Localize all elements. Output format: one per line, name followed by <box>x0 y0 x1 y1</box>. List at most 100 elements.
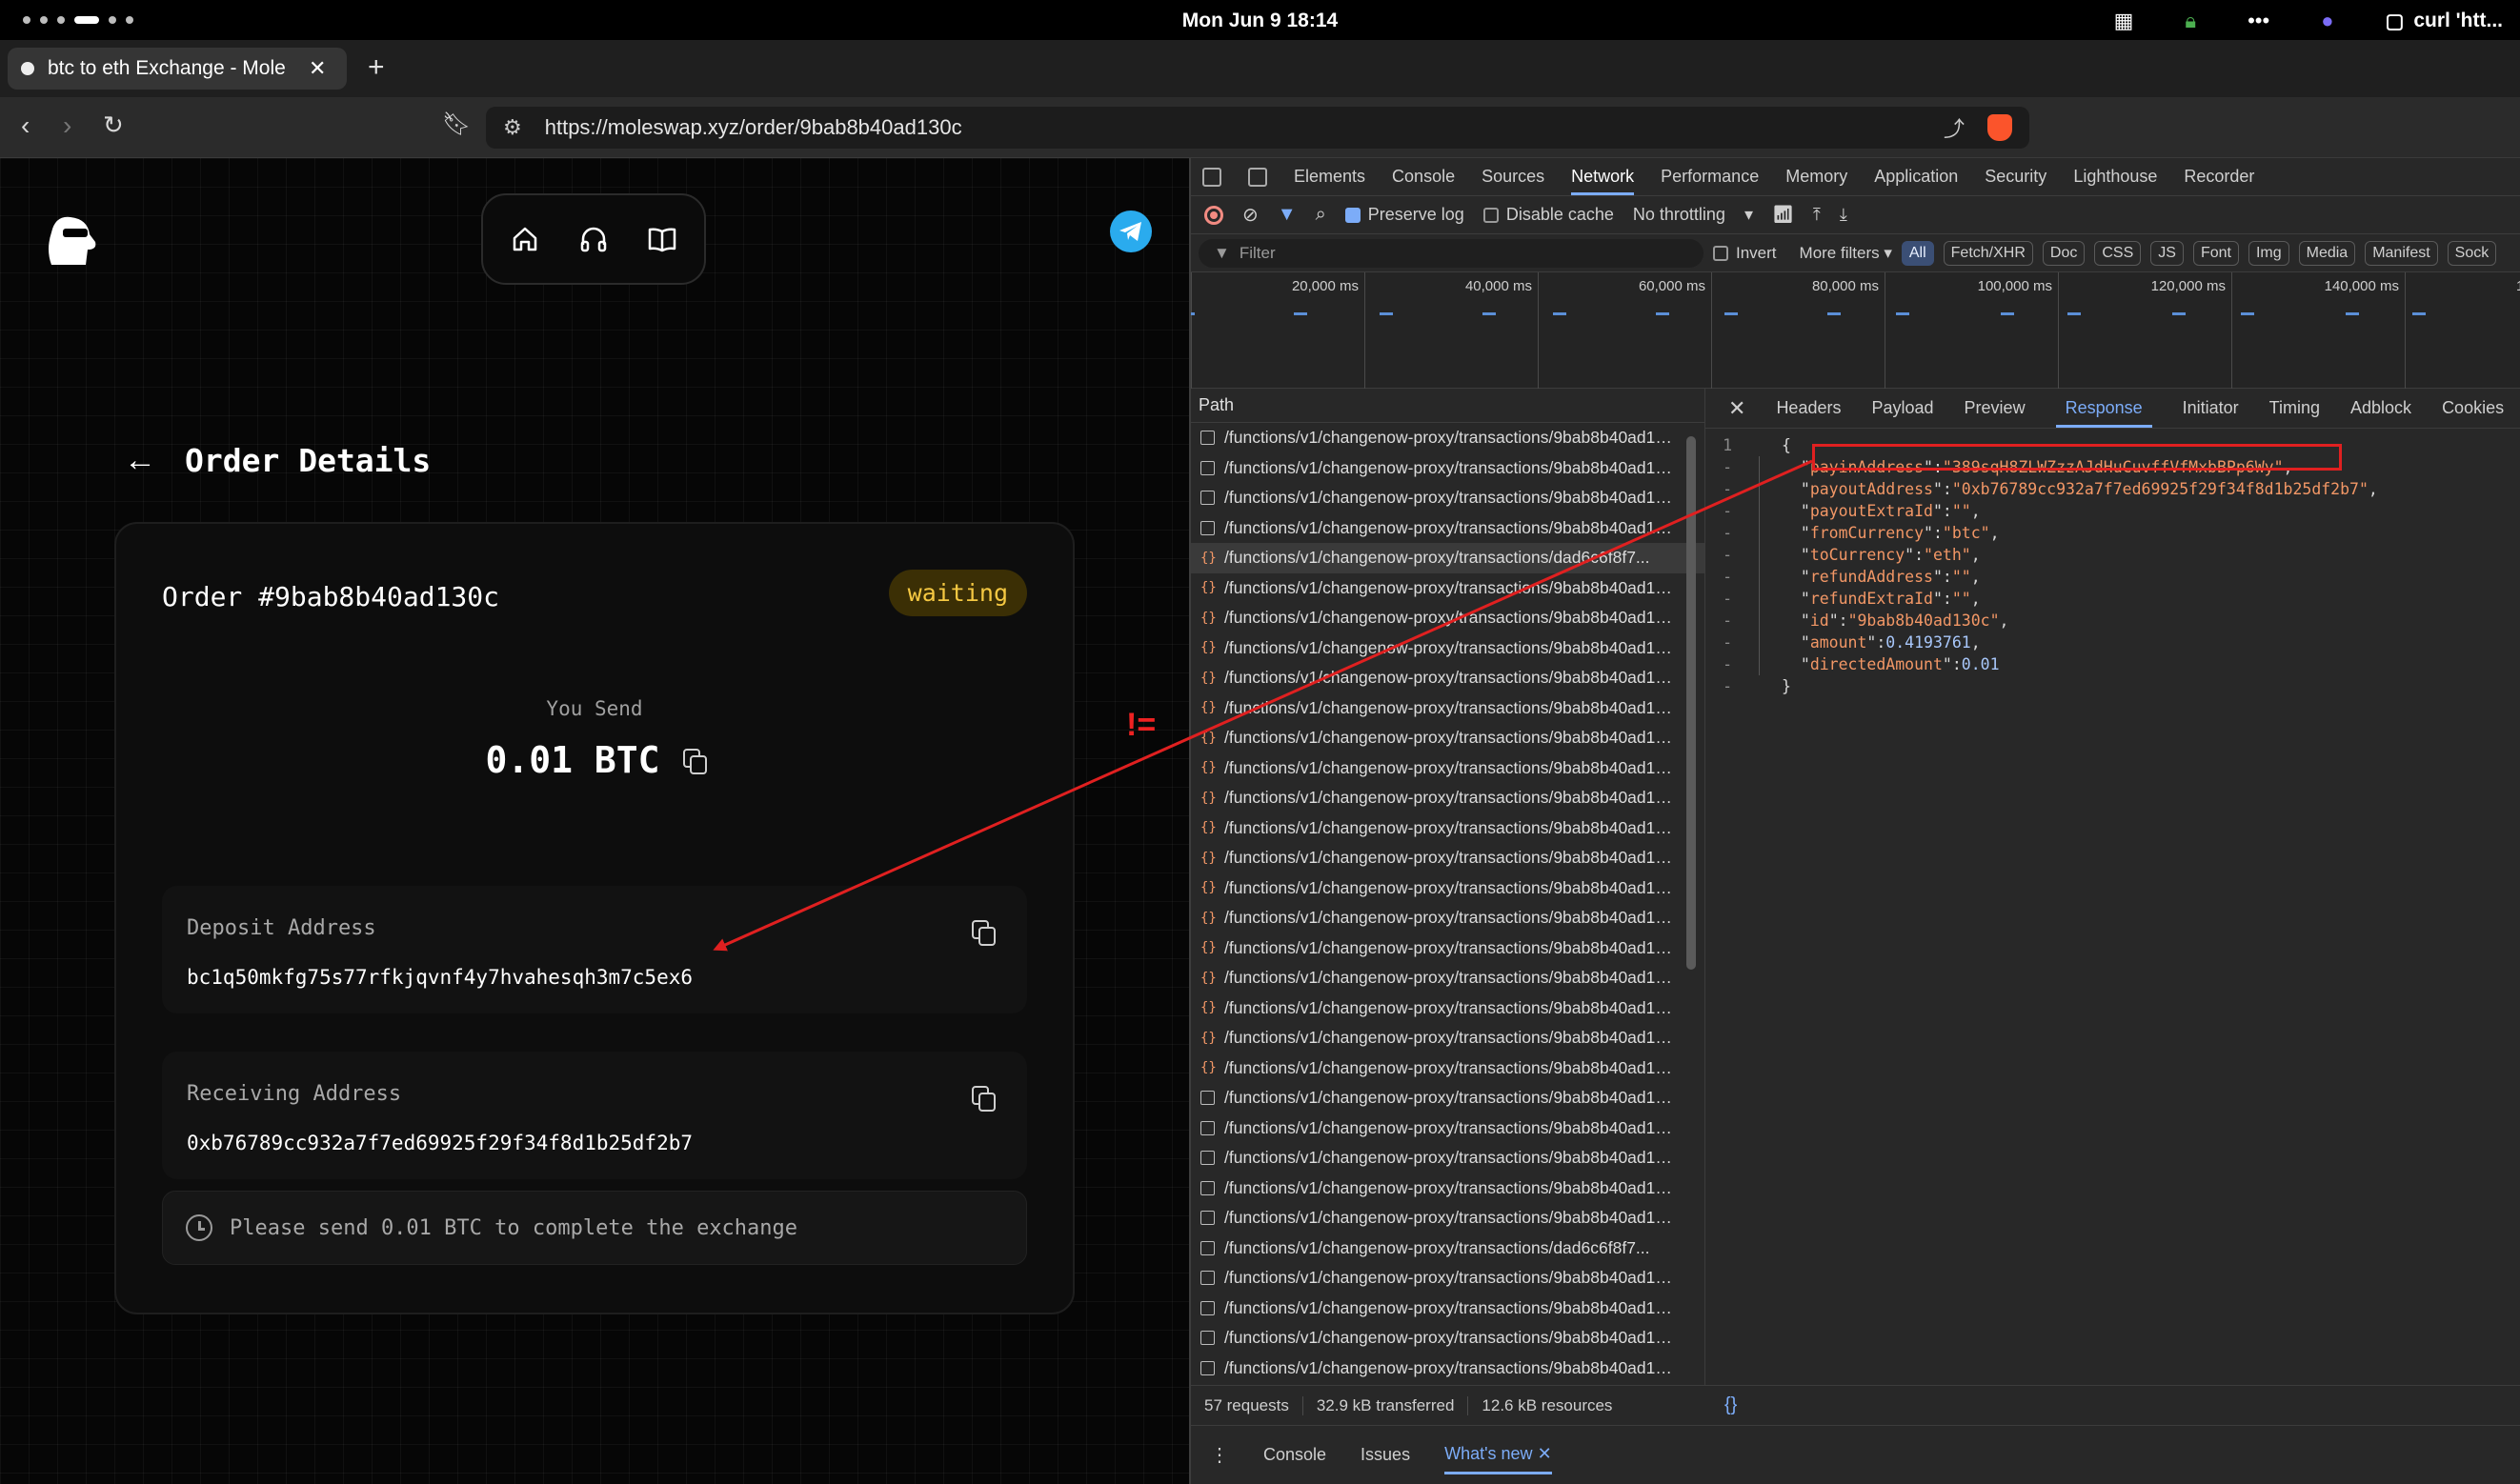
chip-js[interactable]: JS <box>2150 240 2184 266</box>
request-row[interactable]: /functions/v1/changenow-proxy/transactio… <box>1191 1173 1704 1204</box>
telegram-icon[interactable] <box>1110 211 1152 252</box>
request-row[interactable]: /functions/v1/changenow-proxy/transactio… <box>1191 423 1704 453</box>
close-detail-icon[interactable]: ✕ <box>1728 396 1745 421</box>
request-row[interactable]: /functions/v1/changenow-proxy/transactio… <box>1191 1323 1704 1354</box>
request-row[interactable]: /functions/v1/changenow-proxy/transactio… <box>1191 1354 1704 1384</box>
headphones-icon[interactable] <box>578 224 609 254</box>
request-row[interactable]: /functions/v1/changenow-proxy/transactio… <box>1191 1263 1704 1293</box>
tab-performance[interactable]: Performance <box>1661 167 1759 187</box>
tab-lighthouse[interactable]: Lighthouse <box>2073 167 2157 187</box>
tab-preview[interactable]: Preview <box>1965 398 2026 418</box>
export-har-icon[interactable]: ⤓ <box>1840 205 1847 225</box>
request-row[interactable]: {} /functions/v1/changenow-proxy/transact… <box>1191 843 1704 873</box>
throttling-select[interactable]: No throttling ▾ <box>1633 205 1753 225</box>
tab-elements[interactable]: Elements <box>1294 167 1365 187</box>
chip-socket[interactable]: Sock <box>2447 240 2497 266</box>
request-row[interactable]: {} /functions/v1/changenow-proxy/transact… <box>1191 1053 1704 1084</box>
forward-button[interactable]: › <box>63 110 71 141</box>
notification-icon[interactable]: ● <box>2321 9 2333 33</box>
bookmark-icon[interactable]: 🔖︎ <box>442 110 471 138</box>
request-row[interactable]: {} /functions/v1/changenow-proxy/transact… <box>1191 1023 1704 1053</box>
request-row[interactable]: /functions/v1/changenow-proxy/transactio… <box>1191 1203 1704 1233</box>
request-row[interactable]: /functions/v1/changenow-proxy/transactio… <box>1191 1233 1704 1264</box>
tab-initiator[interactable]: Initiator <box>2183 398 2239 418</box>
request-row[interactable]: /functions/v1/changenow-proxy/transactio… <box>1191 483 1704 513</box>
copy-receiving-icon[interactable] <box>972 1086 996 1112</box>
request-row[interactable]: {} /functions/v1/changenow-proxy/transact… <box>1191 903 1704 933</box>
tab-payload[interactable]: Payload <box>1871 398 1933 418</box>
new-tab-button[interactable]: + <box>368 51 385 84</box>
tab-timing[interactable]: Timing <box>2269 398 2320 418</box>
chip-font[interactable]: Font <box>2192 240 2239 266</box>
clear-icon[interactable]: ⊘ <box>1242 203 1259 227</box>
more-filters-dropdown[interactable]: More filters ▾ <box>1800 244 1892 263</box>
drawer-tab-issues[interactable]: Issues <box>1361 1445 1410 1465</box>
drawer-tab-whats-new[interactable]: What's new ✕ <box>1444 1436 1552 1474</box>
tab-network[interactable]: Network <box>1571 158 1635 195</box>
chip-img[interactable]: Img <box>2248 240 2289 266</box>
network-conditions-icon[interactable]: 📶︎ <box>1772 205 1794 225</box>
preserve-log-checkbox[interactable]: Preserve log <box>1344 205 1464 225</box>
import-har-icon[interactable]: ⤒ <box>1813 205 1821 225</box>
chip-all[interactable]: All <box>1901 240 1934 266</box>
request-row[interactable]: /functions/v1/changenow-proxy/transactio… <box>1191 1113 1704 1144</box>
request-row[interactable]: /functions/v1/changenow-proxy/transactio… <box>1191 513 1704 544</box>
request-row[interactable]: {} /functions/v1/changenow-proxy/transact… <box>1191 993 1704 1024</box>
tab-headers[interactable]: Headers <box>1776 398 1841 418</box>
tab-application[interactable]: Application <box>1874 167 1958 187</box>
back-arrow-icon[interactable]: ← <box>124 442 156 479</box>
tab-recorder[interactable]: Recorder <box>2184 167 2254 187</box>
request-row[interactable]: {} /functions/v1/changenow-proxy/transact… <box>1191 603 1704 633</box>
chip-css[interactable]: CSS <box>2094 240 2142 266</box>
tab-memory[interactable]: Memory <box>1785 167 1847 187</box>
request-row[interactable]: {} /functions/v1/changenow-proxy/transact… <box>1191 573 1704 604</box>
chip-manifest[interactable]: Manifest <box>2365 240 2438 266</box>
tab-sources[interactable]: Sources <box>1482 167 1544 187</box>
reload-button[interactable]: ↻ <box>103 110 124 140</box>
url-text[interactable]: https://moleswap.xyz/order/9bab8b40ad130… <box>545 115 1921 140</box>
share-icon[interactable]: ⤴ <box>1944 112 1965 143</box>
book-icon[interactable] <box>647 224 677 254</box>
qr-code-icon[interactable]: ▦ <box>2114 9 2134 33</box>
close-tab-icon[interactable]: ✕ <box>309 56 326 81</box>
request-row[interactable]: {} /functions/v1/changenow-proxy/transact… <box>1191 933 1704 964</box>
lock-indicator-icon[interactable]: 🔒︎ <box>2185 9 2196 33</box>
request-row[interactable]: {} /functions/v1/changenow-proxy/transact… <box>1191 873 1704 904</box>
pretty-print-icon[interactable]: {} <box>1724 1394 1737 1416</box>
network-overview-timeline[interactable]: 20,000 ms 40,000 ms 60,000 ms 80,000 ms … <box>1191 272 2520 389</box>
chip-fetch-xhr[interactable]: Fetch/XHR <box>1943 240 2033 266</box>
copy-deposit-icon[interactable] <box>972 920 996 946</box>
tab-response[interactable]: Response <box>2055 389 2152 428</box>
request-row[interactable]: /functions/v1/changenow-proxy/transactio… <box>1191 1293 1704 1324</box>
request-row[interactable]: {} /functions/v1/changenow-proxy/transact… <box>1191 783 1704 813</box>
response-body[interactable]: 1{- " payinAddress ": "389sqH8ZLWZzzAJdHuC… <box>1705 434 2520 697</box>
filter-input[interactable]: ▼ Filter <box>1199 238 1704 268</box>
active-app-indicator[interactable]: ▢ curl 'htt... <box>2385 10 2503 33</box>
back-button[interactable]: ‹ <box>21 110 30 141</box>
tab-security[interactable]: Security <box>1985 167 2046 187</box>
request-row[interactable]: {} /functions/v1/changenow-proxy/transact… <box>1191 693 1704 724</box>
disable-cache-checkbox[interactable]: Disable cache <box>1482 205 1614 225</box>
tab-cookies[interactable]: Cookies <box>2442 398 2504 418</box>
deposit-address-value[interactable]: bc1q50mkfg75s77rfkjqvnf4y7hvahesqh3m7c5e… <box>187 966 693 989</box>
path-column-header[interactable]: Path <box>1191 389 1704 423</box>
record-icon[interactable] <box>1204 205 1223 225</box>
invert-checkbox[interactable]: Invert <box>1713 244 1777 263</box>
filter-icon[interactable]: ▼ <box>1278 204 1297 226</box>
more-icon[interactable]: ••• <box>2248 9 2269 33</box>
request-row[interactable]: /functions/v1/changenow-proxy/transactio… <box>1191 1143 1704 1173</box>
request-row[interactable]: /functions/v1/changenow-proxy/transactio… <box>1191 1083 1704 1113</box>
mole-logo[interactable] <box>38 211 99 269</box>
tab-console[interactable]: Console <box>1392 167 1455 187</box>
browser-tab[interactable]: btc to eth Exchange - Mole ✕ <box>8 48 347 90</box>
request-row[interactable]: {} /functions/v1/changenow-proxy/transact… <box>1191 723 1704 753</box>
receiving-address-value[interactable]: 0xb76789cc932a7f7ed69925f29f34f8d1b25df2… <box>187 1132 693 1154</box>
site-info-icon[interactable]: ⚙ <box>503 115 522 140</box>
search-icon[interactable]: ⌕ <box>1316 204 1326 226</box>
chip-doc[interactable]: Doc <box>2042 240 2086 266</box>
request-row[interactable]: {} /functions/v1/changenow-proxy/transact… <box>1191 543 1704 573</box>
brave-shields-icon[interactable] <box>1987 114 2012 141</box>
request-row[interactable]: {} /functions/v1/changenow-proxy/transact… <box>1191 813 1704 844</box>
address-bar[interactable]: ⚙ https://moleswap.xyz/order/9bab8b40ad1… <box>486 107 2029 149</box>
request-row[interactable]: {} /functions/v1/changenow-proxy/transact… <box>1191 753 1704 784</box>
